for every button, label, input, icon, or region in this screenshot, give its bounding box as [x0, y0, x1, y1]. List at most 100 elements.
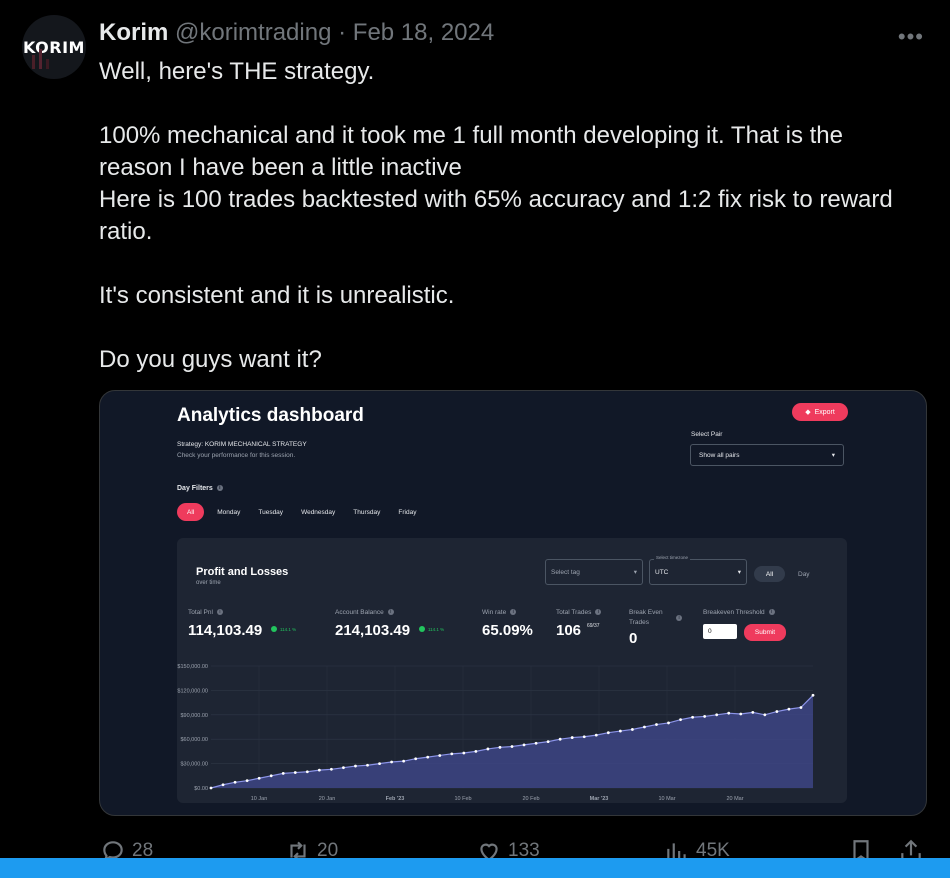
trades-label-text: Total Trades: [556, 609, 592, 616]
breakeven-value: 0: [629, 630, 638, 647]
data-point: [257, 776, 261, 780]
data-point: [582, 735, 586, 739]
pair-select[interactable]: Show all pairs ▾: [690, 444, 844, 466]
day-filter-wednesday[interactable]: Wednesday: [292, 503, 344, 521]
tweet-line: reason I have been a little inactive: [99, 154, 462, 181]
tweet-text: Well, here's THE strategy. 100% mechanic…: [99, 56, 929, 376]
threshold-input[interactable]: 0: [703, 624, 737, 639]
day-filter-monday[interactable]: Monday: [208, 503, 249, 521]
day-filter-tabs: All Monday Tuesday Wednesday Thursday Fr…: [177, 503, 425, 521]
x-tick-label: 20 Mar: [726, 796, 743, 802]
data-point: [269, 774, 273, 778]
bottom-bar: [0, 858, 950, 878]
more-dots-icon[interactable]: •••: [898, 24, 924, 50]
balance-value: 214,103.49: [335, 622, 411, 639]
x-tick-label: 20 Jan: [319, 796, 336, 802]
tweet-line: Well, here's THE strategy.: [99, 58, 375, 85]
profit-loss-panel: Profit and Losses over time Select tag ▾…: [177, 538, 847, 803]
info-icon: i: [768, 609, 775, 616]
data-point: [438, 754, 442, 757]
media-image[interactable]: Analytics dashboard ◆ Export Strategy: K…: [99, 390, 927, 816]
data-point: [631, 728, 634, 731]
x-tick-label: 10 Mar: [658, 796, 675, 802]
threshold-label-text: Breakeven Threshold: [703, 609, 765, 616]
winrate-label-text: Win rate: [482, 609, 507, 616]
range-day-button[interactable]: Day: [798, 566, 810, 582]
x-tick-label: Mar '23: [590, 796, 609, 802]
y-tick-label: $0.00: [194, 786, 208, 792]
info-icon: i: [510, 609, 517, 616]
data-point: [546, 740, 550, 744]
day-filter-all[interactable]: All: [177, 503, 205, 521]
breakeven-label-1: Break Even: [629, 609, 663, 616]
x-tick-label: 10 Feb: [454, 796, 471, 802]
data-point: [570, 736, 574, 739]
y-tick-label: $60,000.00: [180, 737, 208, 743]
x-tick-label: 10 Jan: [251, 796, 268, 802]
balance-pct: 114.1 %: [419, 626, 444, 632]
pnl-chart: $150,000.00 $120,000.00 $90,000.00 $60,000.…: [177, 664, 815, 802]
data-point: [293, 771, 297, 774]
data-point: [402, 759, 406, 763]
tweet-line: ratio.: [99, 218, 153, 245]
data-point: [775, 710, 779, 713]
data-point: [558, 737, 562, 741]
y-tick-label: $150,000.00: [177, 664, 208, 670]
tweet-line: 100% mechanical and it took me 1 full mo…: [99, 122, 843, 149]
data-point: [281, 771, 285, 775]
author-name[interactable]: Korim: [99, 19, 168, 46]
tweet-date[interactable]: Feb 18, 2024: [353, 19, 494, 46]
data-point: [390, 760, 393, 764]
info-icon: i: [216, 609, 223, 616]
data-point: [450, 752, 454, 756]
panel-subtitle: over time: [196, 580, 221, 586]
export-label: Export: [814, 408, 835, 416]
timezone-select[interactable]: Select timezone UTC ▾: [649, 555, 747, 585]
info-icon: i: [676, 615, 682, 621]
data-point: [703, 715, 707, 718]
timezone-value: UTC: [655, 568, 669, 576]
data-point: [426, 755, 430, 759]
data-point: [643, 725, 646, 729]
arrow-up-icon: [419, 626, 425, 632]
select-pair-label: Select Pair: [691, 431, 723, 438]
day-filter-tuesday[interactable]: Tuesday: [249, 503, 292, 521]
range-all-button[interactable]: All: [754, 566, 785, 582]
avatar[interactable]: KORIM: [22, 15, 86, 79]
x-tick-label: Feb '23: [386, 796, 405, 802]
y-tick-label: $30,000.00: [180, 762, 208, 768]
chevron-down-icon: ▾: [633, 569, 637, 576]
balance-label: Account Balance i: [335, 609, 394, 616]
info-icon: i: [216, 485, 223, 492]
data-point: [474, 750, 478, 753]
submit-button[interactable]: Submit: [744, 624, 786, 641]
strategy-subtitle: Check your performance for this session.: [177, 452, 296, 459]
day-filter-friday[interactable]: Friday: [389, 503, 425, 521]
total-pnl-value: 114,103.49: [188, 622, 263, 639]
total-pnl-pct-text: 114.1 %: [280, 626, 297, 632]
tweet-line: Do you guys want it?: [99, 346, 322, 373]
data-point: [414, 757, 418, 761]
tag-select[interactable]: Select tag ▾: [545, 559, 643, 585]
day-filter-thursday[interactable]: Thursday: [344, 503, 389, 521]
total-pnl-label: Total Pnl i: [188, 609, 223, 616]
data-point: [655, 723, 658, 726]
data-point: [522, 743, 526, 747]
export-button[interactable]: ◆ Export: [792, 403, 848, 421]
chevron-down-icon: ▾: [831, 452, 835, 459]
data-point: [354, 764, 357, 768]
balance-label-text: Account Balance: [335, 609, 384, 616]
tweet-header: Korim @korimtrading · Feb 18, 2024: [99, 18, 494, 48]
export-icon: ◆: [805, 409, 811, 416]
data-point: [606, 731, 610, 735]
data-point: [715, 713, 719, 717]
arrow-up-icon: [271, 626, 277, 632]
tweet-line: Here is 100 trades backtested with 65% a…: [99, 186, 893, 213]
tweet-line: It's consistent and it is unrealistic.: [99, 282, 455, 309]
data-point: [498, 745, 502, 749]
info-icon: i: [387, 609, 394, 616]
author-handle[interactable]: @korimtrading: [175, 19, 331, 46]
data-point: [691, 715, 694, 719]
balance-pct-text: 114.1 %: [428, 626, 445, 632]
data-point: [245, 779, 249, 783]
